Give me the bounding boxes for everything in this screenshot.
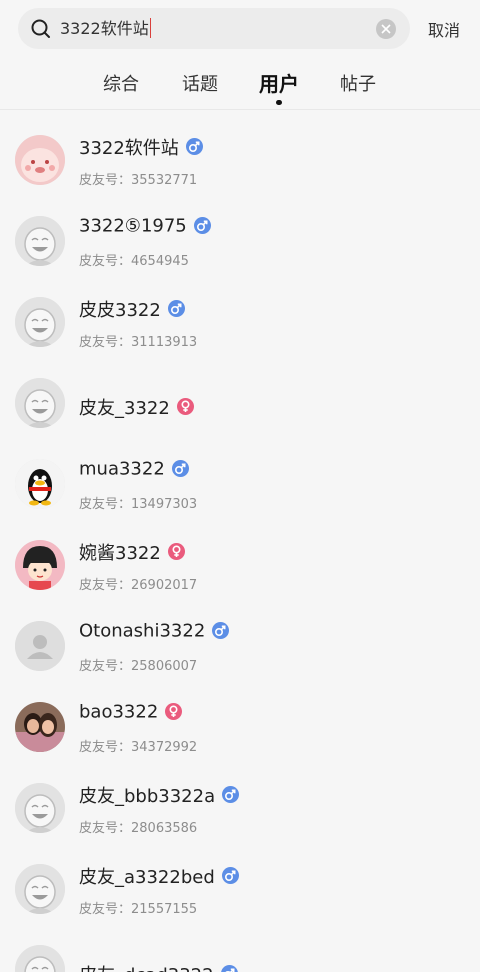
user-name: mua3322 xyxy=(79,458,165,480)
tab-topics[interactable]: 话题 xyxy=(170,70,230,96)
user-id-number: 皮友号：35532771 xyxy=(79,173,198,188)
default-laughing-avatar[interactable] xyxy=(15,216,65,266)
user-name-line: 皮友_dcad3322 xyxy=(79,961,238,972)
user-row[interactable]: bao3322 皮友号：34372992 xyxy=(0,677,480,758)
user-row[interactable]: 皮友_a3322bed 皮友号：21557155 xyxy=(0,839,480,920)
search-icon xyxy=(30,18,52,40)
user-row[interactable]: 3322⑤1975 皮友号：4654945 xyxy=(0,191,480,272)
user-id-number: 皮友号：28063586 xyxy=(79,821,198,836)
male-gender-icon xyxy=(222,785,240,803)
user-name: bao3322 xyxy=(79,701,159,723)
user-name: 婉酱3322 xyxy=(79,543,161,564)
text-cursor xyxy=(149,18,151,38)
user-name: 皮友_bbb3322a xyxy=(79,786,216,807)
user-name-line: 婉酱3322 xyxy=(79,539,185,565)
default-laughing-avatar[interactable] xyxy=(15,297,65,347)
tab-bar: 综合 话题 用户 帖子 xyxy=(0,58,480,110)
male-gender-icon xyxy=(220,964,238,972)
user-id-number: 皮友号：25806007 xyxy=(79,659,198,674)
user-name-line: 皮友_3322 xyxy=(79,394,194,420)
user-row[interactable]: 皮友_3322 xyxy=(0,353,480,434)
male-gender-icon xyxy=(171,459,189,477)
default-laughing-avatar[interactable] xyxy=(15,378,65,428)
search-input-value: 3322软件站 xyxy=(60,19,149,38)
default-laughing-avatar[interactable] xyxy=(15,783,65,833)
female-gender-icon xyxy=(165,702,183,720)
user-id-number: 皮友号：21557155 xyxy=(79,902,198,917)
male-gender-icon xyxy=(212,621,230,639)
female-gender-icon xyxy=(167,542,185,560)
user-name-line: 皮皮3322 xyxy=(79,296,185,322)
penguin-avatar[interactable] xyxy=(15,459,65,509)
user-name-line: mua3322 xyxy=(79,458,189,480)
user-row[interactable]: 皮友_bbb3322a 皮友号：28063586 xyxy=(0,758,480,839)
search-input[interactable]: 3322软件站 xyxy=(60,8,360,49)
user-id-number: 皮友号：31113913 xyxy=(79,335,198,350)
user-row[interactable]: 皮皮3322 皮友号：31113913 xyxy=(0,272,480,353)
photo-avatar[interactable] xyxy=(15,702,65,752)
cartoon-girl-avatar[interactable] xyxy=(15,540,65,590)
user-name-line: Otonashi3322 xyxy=(79,620,230,642)
user-name: Otonashi3322 xyxy=(79,620,206,642)
user-row[interactable]: Otonashi3322 皮友号：25806007 xyxy=(0,596,480,677)
tab-all[interactable]: 综合 xyxy=(91,70,151,96)
search-box[interactable]: 3322软件站 xyxy=(18,8,410,49)
male-gender-icon xyxy=(185,137,203,155)
user-name-line: 3322软件站 xyxy=(79,134,203,160)
user-name-line: 3322⑤1975 xyxy=(79,215,211,237)
female-gender-icon xyxy=(176,397,194,415)
user-name-line: 皮友_bbb3322a xyxy=(79,782,240,808)
user-row[interactable]: 婉酱3322 皮友号：26902017 xyxy=(0,515,480,596)
male-gender-icon xyxy=(167,299,185,317)
user-row[interactable]: mua3322 皮友号：13497303 xyxy=(0,434,480,515)
default-laughing-avatar[interactable] xyxy=(15,945,65,972)
user-id-number: 皮友号：13497303 xyxy=(79,497,198,512)
tab-posts[interactable]: 帖子 xyxy=(328,70,388,96)
user-name: 皮友_dcad3322 xyxy=(79,965,214,972)
pink-cartoon-avatar[interactable] xyxy=(15,135,65,185)
user-name-line: bao3322 xyxy=(79,701,183,723)
user-id-number: 皮友号：4654945 xyxy=(79,254,189,269)
user-name: 皮皮3322 xyxy=(79,300,161,321)
user-name: 皮友_3322 xyxy=(79,398,170,419)
user-id-number: 皮友号：34372992 xyxy=(79,740,198,755)
user-name: 3322⑤1975 xyxy=(79,215,187,237)
user-name-line: 皮友_a3322bed xyxy=(79,863,239,889)
cancel-button[interactable]: 取消 xyxy=(428,17,460,41)
user-id-number: 皮友号：26902017 xyxy=(79,578,198,593)
tab-users[interactable]: 用户 xyxy=(249,68,309,97)
active-tab-indicator xyxy=(276,100,282,105)
blank-person-avatar[interactable] xyxy=(15,621,65,671)
user-name: 皮友_a3322bed xyxy=(79,867,215,888)
default-laughing-avatar[interactable] xyxy=(15,864,65,914)
user-name: 3322软件站 xyxy=(79,138,179,159)
clear-search-icon[interactable] xyxy=(376,19,396,39)
male-gender-icon xyxy=(221,866,239,884)
user-row[interactable]: 皮友_dcad3322 xyxy=(0,920,480,972)
search-bar: 3322软件站 取消 xyxy=(0,0,480,58)
user-row[interactable]: 3322软件站皮友号：35532771 xyxy=(0,110,480,191)
male-gender-icon xyxy=(193,216,211,234)
